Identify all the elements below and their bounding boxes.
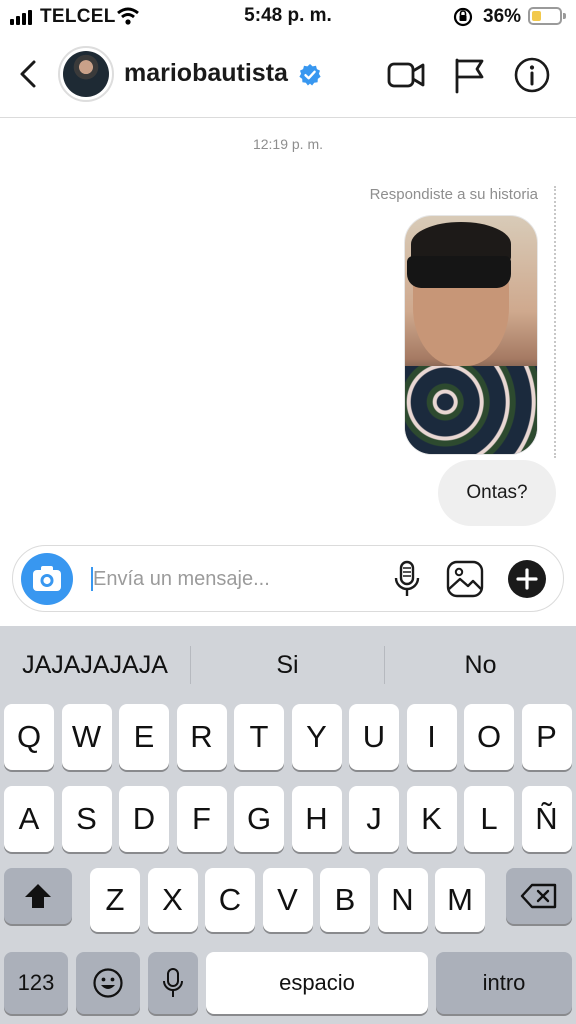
delete-key[interactable] xyxy=(506,868,572,924)
dictation-key[interactable] xyxy=(148,952,198,1014)
suggestion-1[interactable]: JAJAJAJAJA xyxy=(0,626,190,702)
suggestion-3[interactable]: No xyxy=(385,626,576,702)
message-timestamp: 12:19 p. m. xyxy=(252,136,324,152)
key-g[interactable]: G xyxy=(234,786,284,852)
story-reply-divider xyxy=(554,186,556,458)
key-k[interactable]: K xyxy=(406,786,457,852)
key-s[interactable]: S xyxy=(61,786,112,852)
camera-icon xyxy=(33,566,61,591)
key-b[interactable]: B xyxy=(320,868,370,932)
key-n[interactable]: N xyxy=(377,868,428,932)
camera-button[interactable] xyxy=(21,553,73,605)
story-thumbnail[interactable] xyxy=(404,215,538,455)
key-x[interactable]: X xyxy=(147,868,198,932)
key-m[interactable]: M xyxy=(435,868,485,932)
chevron-left-icon[interactable] xyxy=(14,56,44,92)
emoji-key[interactable] xyxy=(76,952,140,1014)
chat-header: mariobautista xyxy=(0,34,576,118)
avatar[interactable] xyxy=(58,46,114,102)
space-key[interactable]: espacio xyxy=(206,952,428,1014)
message-composer xyxy=(12,545,564,612)
key-i[interactable]: I xyxy=(406,704,457,770)
backspace-icon xyxy=(520,883,557,909)
verified-badge-icon xyxy=(299,64,321,86)
story-reply-note: Respondiste a su historia xyxy=(369,186,538,203)
gallery-icon[interactable] xyxy=(445,559,485,599)
info-icon[interactable] xyxy=(512,56,552,94)
suggestion-bar: JAJAJAJAJA Si No xyxy=(0,626,576,702)
plus-icon[interactable] xyxy=(507,559,547,599)
microphone-icon[interactable] xyxy=(387,559,427,599)
key-p[interactable]: P xyxy=(521,704,572,770)
keyboard: JAJAJAJAJA Si No QWERTYUIOP ASDFGHJKLÑ Z… xyxy=(0,626,576,1024)
key-z[interactable]: Z xyxy=(90,868,140,932)
numbers-key[interactable]: 123 xyxy=(4,952,68,1014)
key-r[interactable]: R xyxy=(176,704,227,770)
key-f[interactable]: F xyxy=(176,786,227,852)
emoji-icon xyxy=(93,968,123,998)
flag-icon[interactable] xyxy=(450,56,490,94)
microphone-icon xyxy=(163,968,183,997)
key-u[interactable]: U xyxy=(349,704,399,770)
key-c[interactable]: C xyxy=(205,868,255,932)
username[interactable]: mariobautista xyxy=(124,59,288,88)
key-v[interactable]: V xyxy=(262,868,313,932)
key-d[interactable]: D xyxy=(119,786,169,852)
rotation-lock-icon xyxy=(453,7,473,27)
key-ñ[interactable]: Ñ xyxy=(521,786,572,852)
key-h[interactable]: H xyxy=(291,786,342,852)
battery-percentage: 36% xyxy=(483,6,522,27)
battery-icon xyxy=(528,7,566,25)
message-input[interactable] xyxy=(93,562,373,596)
key-q[interactable]: Q xyxy=(4,704,54,770)
key-l[interactable]: L xyxy=(464,786,514,852)
message-bubble[interactable]: Ontas? xyxy=(438,460,556,526)
shift-icon xyxy=(25,884,51,908)
video-camera-icon[interactable] xyxy=(386,56,426,94)
key-o[interactable]: O xyxy=(464,704,514,770)
status-bar: TELCEL 5:48 p. m. 36% xyxy=(0,0,576,34)
shift-key[interactable] xyxy=(4,868,72,924)
key-y[interactable]: Y xyxy=(291,704,342,770)
key-e[interactable]: E xyxy=(119,704,169,770)
key-w[interactable]: W xyxy=(61,704,112,770)
key-a[interactable]: A xyxy=(4,786,54,852)
key-j[interactable]: J xyxy=(349,786,399,852)
suggestion-2[interactable]: Si xyxy=(191,626,384,702)
key-t[interactable]: T xyxy=(234,704,284,770)
return-key[interactable]: intro xyxy=(436,952,572,1014)
battery-level xyxy=(532,11,541,21)
